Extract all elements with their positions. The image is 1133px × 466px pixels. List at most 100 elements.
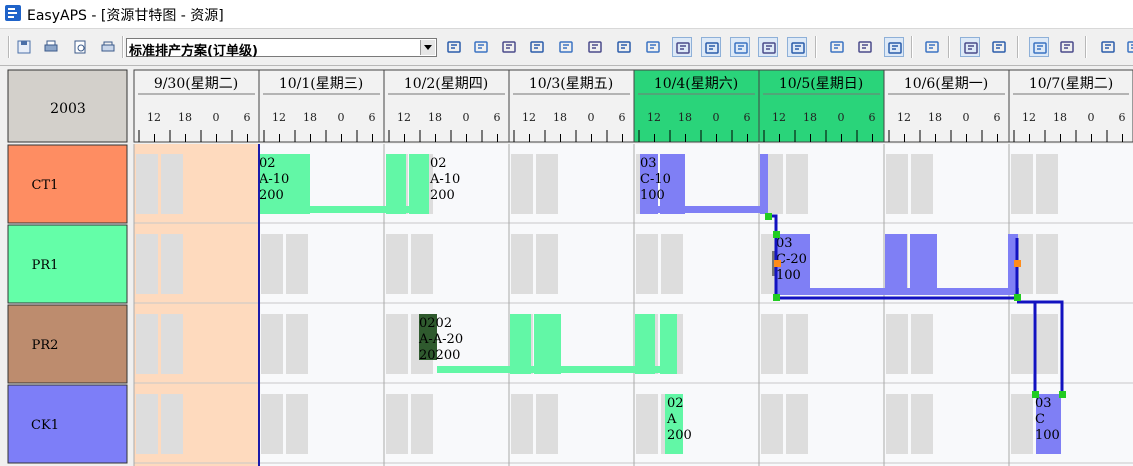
gantt-chart[interactable]: 2003 9/30(星期二) 12 18 0 6 10/1(星期三) 12 18 0 6 10/2(星…: [0, 66, 1133, 466]
task-right-button[interactable]: [855, 37, 875, 57]
task-bar[interactable]: [534, 314, 561, 374]
list-button[interactable]: [643, 37, 663, 57]
print-setup-button[interactable]: [98, 37, 118, 57]
row-height-button[interactable]: [471, 37, 491, 57]
task-left-icon: [830, 41, 844, 53]
task-label: 02: [667, 396, 684, 411]
layers-button[interactable]: [884, 37, 904, 57]
task-label: 20200: [419, 348, 460, 363]
downtime-block: [1036, 314, 1058, 374]
edit-button[interactable]: [922, 37, 942, 57]
task-bar[interactable]: [660, 314, 677, 374]
print-preview-button[interactable]: [70, 37, 90, 57]
align-icon: [588, 41, 602, 53]
list-lines-icon: [1101, 41, 1115, 53]
task-label: 100: [640, 188, 665, 203]
gantt-canvas[interactable]: 2003 9/30(星期二) 12 18 0 6 10/1(星期三) 12 18 0 6 10/2(星…: [0, 66, 1133, 466]
resource-cell[interactable]: [7, 304, 128, 384]
task-bar[interactable]: [885, 234, 907, 294]
downtime-block: [511, 154, 533, 214]
task-label: 03: [640, 156, 657, 171]
task-label: 100: [1035, 428, 1060, 443]
downtime-block: [886, 314, 908, 374]
clock-copy-button[interactable]: [758, 37, 778, 57]
task-bar[interactable]: [910, 234, 937, 294]
downtime-block: [786, 154, 808, 214]
task-label: A-10: [258, 172, 289, 187]
task-bar[interactable]: [655, 206, 767, 213]
resource-cell[interactable]: [7, 224, 128, 304]
downtime-block: [511, 234, 533, 294]
selection-handle[interactable]: [1032, 391, 1039, 398]
edit-icon: [925, 41, 939, 53]
chart-button[interactable]: [1057, 37, 1077, 57]
clock-search-button[interactable]: [730, 37, 750, 57]
toolbar: 标准排产方案(订单级): [0, 28, 1133, 66]
text-align-button[interactable]: [1029, 37, 1049, 57]
task-label: 03: [1035, 396, 1052, 411]
downtime-block: [911, 394, 933, 454]
hour-label: 12: [147, 111, 161, 124]
clock-record-button[interactable]: [787, 37, 807, 57]
more-icon: [1127, 41, 1133, 53]
indent-button[interactable]: [527, 37, 547, 57]
selection-handle[interactable]: [765, 213, 772, 220]
downtime-block: [286, 234, 308, 294]
downtime-block: [386, 314, 408, 374]
downtime-block: [261, 394, 283, 454]
selection-handle[interactable]: [1014, 260, 1021, 267]
more-button[interactable]: [1124, 37, 1133, 57]
resource-label: CK1: [31, 418, 59, 433]
selection-handle[interactable]: [773, 294, 780, 301]
save-button[interactable]: [14, 37, 34, 57]
task-bar[interactable]: [409, 154, 429, 214]
hour-label: 6: [494, 111, 501, 124]
calendar-button[interactable]: [960, 37, 980, 57]
hour-label: 12: [647, 111, 661, 124]
list-lines-button[interactable]: [1098, 37, 1118, 57]
clock-copy-icon: [762, 42, 776, 54]
chevron-down-icon[interactable]: [420, 40, 435, 55]
task-bar[interactable]: [635, 314, 655, 374]
grid-view-icon: [992, 41, 1006, 53]
copy-button[interactable]: [499, 37, 519, 57]
selection-handle[interactable]: [774, 260, 781, 267]
selection-handle[interactable]: [1059, 391, 1066, 398]
document-button[interactable]: [614, 37, 634, 57]
clock-settings-icon: [705, 42, 719, 54]
task-label: 02: [259, 156, 276, 171]
clock-search-icon: [734, 42, 748, 54]
task-left-button[interactable]: [827, 37, 847, 57]
selection-handle[interactable]: [773, 231, 780, 238]
resource-cell[interactable]: [7, 384, 128, 464]
resource-cell[interactable]: [7, 144, 128, 224]
downtime-block: [886, 154, 908, 214]
downtime-block: [136, 154, 158, 214]
task-bar[interactable]: [510, 314, 531, 374]
hour-label: 12: [897, 111, 911, 124]
align-button[interactable]: [585, 37, 605, 57]
toolbar-separator: [911, 36, 913, 58]
hour-label: 6: [244, 111, 251, 124]
hour-label: 6: [619, 111, 626, 124]
task-bar[interactable]: [386, 154, 406, 214]
task-label: C: [1035, 412, 1045, 427]
task-bar[interactable]: [760, 154, 768, 214]
task-label: 200: [667, 428, 692, 443]
downtime-block: [286, 394, 308, 454]
day-label: 10/4(星期六): [654, 76, 738, 92]
row-height-icon: [474, 41, 488, 53]
downtime-block: [786, 394, 808, 454]
grid-view-button[interactable]: [989, 37, 1009, 57]
print-button[interactable]: [41, 37, 61, 57]
filter-button[interactable]: [556, 37, 576, 57]
downtime-block: [661, 234, 683, 294]
clock-refresh-button[interactable]: [672, 37, 692, 57]
task-label: A-A-20: [418, 332, 463, 347]
hour-label: 6: [994, 111, 1001, 124]
clock-settings-button[interactable]: [701, 37, 721, 57]
gantt-settings-button[interactable]: [444, 37, 464, 57]
selection-handle[interactable]: [1014, 294, 1021, 301]
plan-select[interactable]: 标准排产方案(订单级): [126, 38, 437, 59]
downtime-block: [636, 234, 658, 294]
